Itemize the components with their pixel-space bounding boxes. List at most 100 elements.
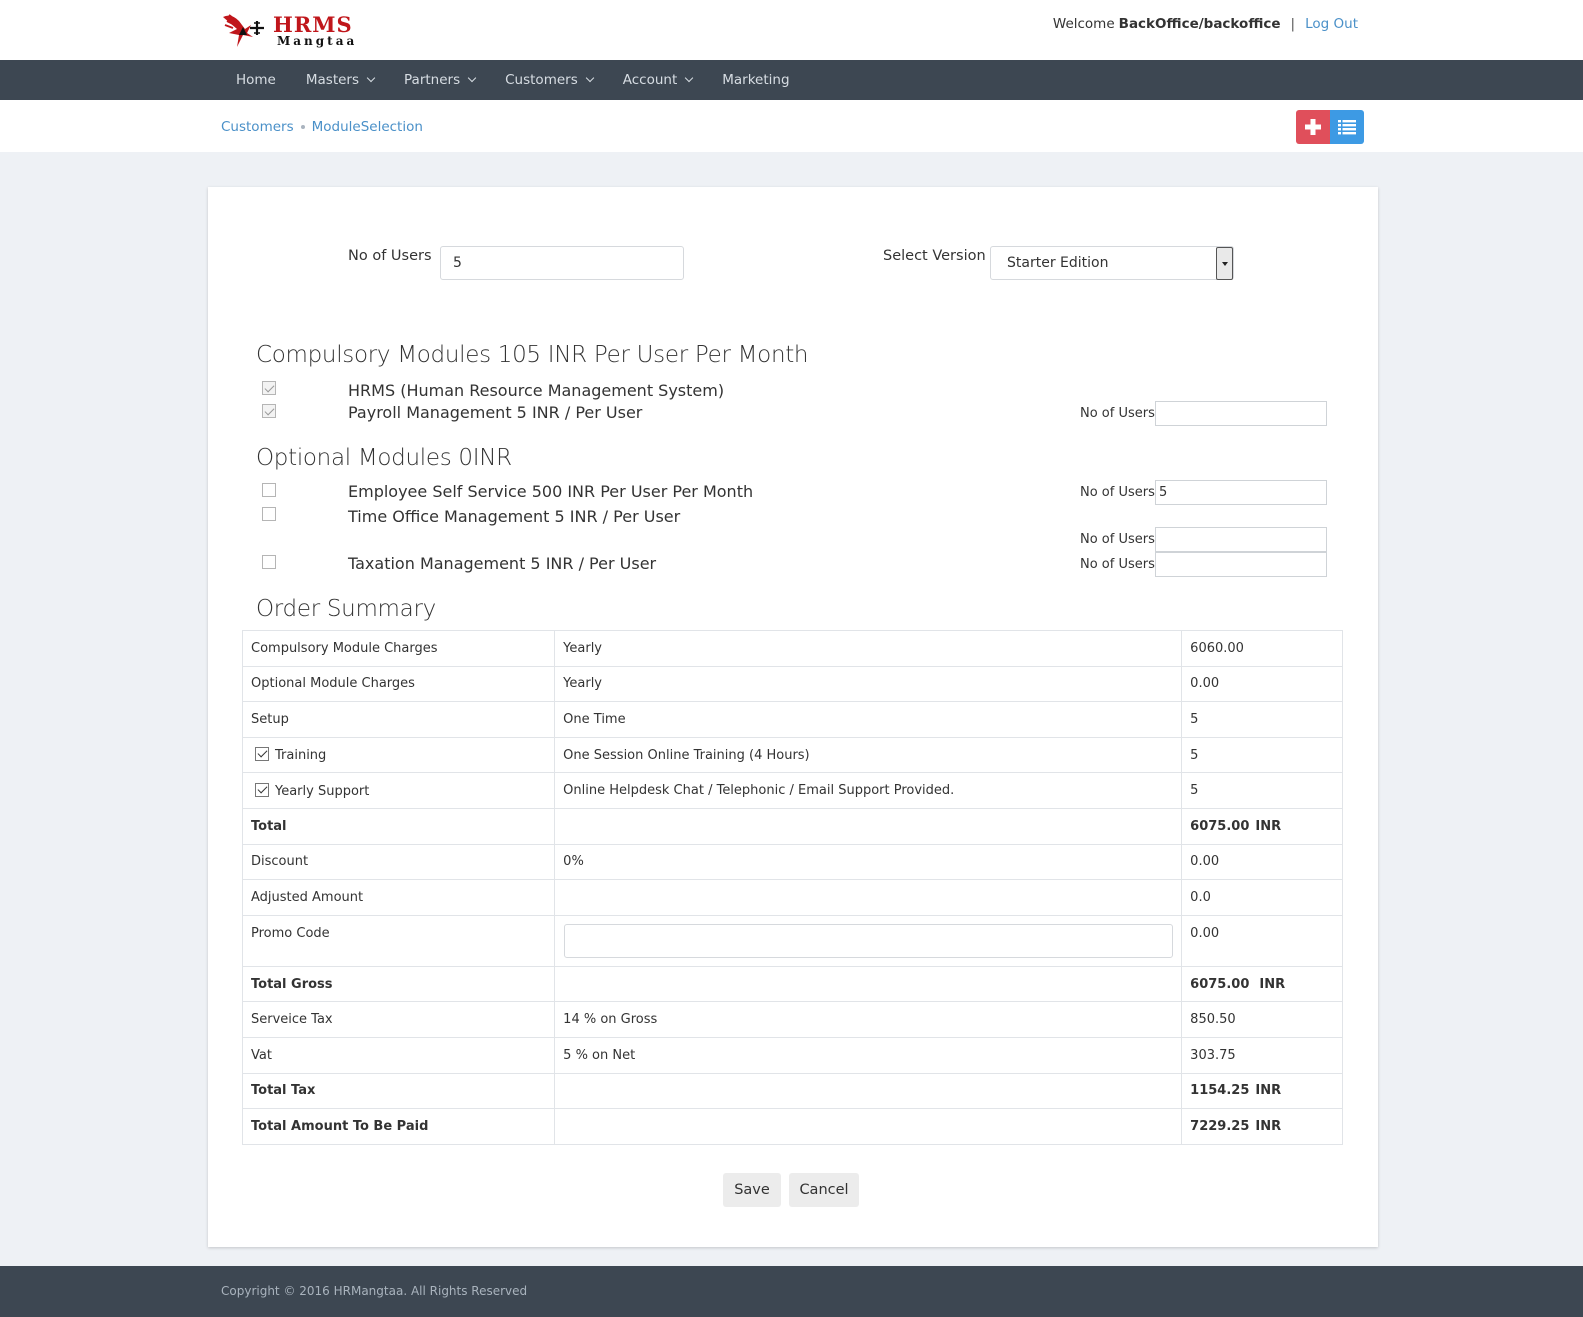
table-row: Vat 5 % on Net 303.75 [241, 1036, 1343, 1074]
nav-marketing[interactable]: Marketing [707, 60, 804, 100]
nav-customers[interactable]: Customers [490, 60, 608, 100]
taxation-users-input[interactable] [1155, 552, 1327, 577]
nav-label: Home [236, 72, 276, 88]
row-amount: 6060.00 [1181, 630, 1343, 667]
users-input[interactable]: 5 [440, 246, 684, 280]
row-unit: INR [1259, 976, 1286, 992]
header-separator: | [1290, 16, 1296, 32]
module-selection-card: No of Users 5 Select Version Starter Edi… [208, 187, 1378, 1247]
logo[interactable]: HRMS Mangtaa [221, 10, 357, 50]
row-label: Total [241, 807, 556, 845]
table-row: Adjusted Amount 0.0 [241, 879, 1343, 916]
support-cell: Yearly Support [241, 772, 556, 809]
row-label: Promo Code [241, 914, 556, 967]
welcome-label: Welcome [1052, 16, 1115, 32]
optional-heading: Optional Modules 0INR [256, 445, 512, 471]
table-row: Discount 0% 0.00 [241, 843, 1343, 881]
nav-account[interactable]: Account [608, 60, 708, 100]
row-amount: 303.75 [1181, 1036, 1343, 1074]
breadcrumb-customers[interactable]: Customers [221, 119, 294, 135]
promo-code-input[interactable] [564, 923, 1174, 958]
row-amount: 0.00 [1181, 665, 1343, 703]
table-row: Training One Session Online Training (4 … [241, 736, 1343, 774]
nav-label: Masters [305, 72, 360, 88]
training-checkbox[interactable] [255, 747, 269, 762]
copyright-text: Copyright © 2016 HRMangtaa. All Rights R… [221, 1284, 528, 1298]
nav-label: Account [622, 72, 678, 88]
nav-home[interactable]: Home [221, 60, 291, 100]
ess-users-input[interactable]: 5 [1155, 480, 1327, 505]
compulsory-heading: Compulsory Modules 105 INR Per User Per … [256, 342, 809, 368]
yearly-support-checkbox[interactable] [255, 782, 269, 797]
taxation-users-label: No of Users [1080, 557, 1155, 572]
breadcrumb-module-selection[interactable]: ModuleSelection [312, 119, 423, 135]
row-detail: 5 % on Net [554, 1036, 1183, 1074]
taxation-module-name: Taxation Management 5 INR / Per User [348, 554, 657, 573]
time-office-users-input[interactable] [1155, 527, 1327, 552]
welcome-area: Welcome BackOffice/backoffice | Log Out [1053, 16, 1358, 32]
chevron-down-icon [366, 73, 376, 83]
cancel-button[interactable]: Cancel [789, 1173, 859, 1207]
order-summary-heading: Order Summary [256, 596, 436, 622]
nav-masters[interactable]: Masters [291, 60, 389, 100]
row-label: Setup [241, 701, 556, 738]
users-input-value: 5 [453, 255, 462, 271]
payroll-users-label: No of Users [1080, 406, 1155, 421]
nav-partners[interactable]: Partners [389, 60, 490, 100]
ess-module-name: Employee Self Service 500 INR Per User P… [348, 482, 754, 501]
table-row: Total Amount To Be Paid 7229.25 INR [241, 1108, 1343, 1145]
row-label: Serveice Tax [241, 1001, 556, 1038]
row-detail: 14 % on Gross [554, 1001, 1183, 1038]
hrms-module-name: HRMS (Human Resource Management System) [348, 381, 725, 400]
row-label: Optional Module Charges [241, 665, 556, 703]
row-amount: 7229.25 [1190, 1118, 1250, 1134]
row-label: Total Gross [241, 965, 556, 1003]
breadcrumb: Customers ModuleSelection [221, 119, 423, 135]
save-button[interactable]: Save [723, 1173, 781, 1207]
time-office-users-label: No of Users [1080, 532, 1155, 547]
row-unit: INR [1255, 1118, 1282, 1134]
table-row: Promo Code 0.00 [241, 914, 1343, 967]
nav-label: Marketing [722, 72, 790, 88]
taxation-checkbox[interactable] [262, 555, 276, 569]
row-detail: Yearly [554, 630, 1183, 667]
row-amount: 1154.25 [1190, 1083, 1250, 1099]
chevron-down-icon [467, 73, 477, 83]
row-amount-cell: 6075.00 INR [1181, 807, 1343, 845]
table-row: Compulsory Module Charges Yearly 6060.00 [241, 630, 1343, 667]
row-amount: 0.00 [1181, 914, 1343, 967]
row-detail [554, 1108, 1183, 1145]
chevron-down-icon [585, 73, 594, 83]
row-amount: 850.50 [1181, 1001, 1343, 1038]
row-detail: One Session Online Training (4 Hours) [554, 736, 1183, 774]
payroll-users-input[interactable] [1155, 401, 1327, 426]
username: BackOffice/backoffice [1118, 16, 1281, 32]
row-detail [554, 807, 1183, 845]
time-office-module-name: Time Office Management 5 INR / Per User [348, 507, 681, 526]
dropdown-button[interactable] [1216, 247, 1233, 280]
version-label: Select Version [883, 248, 986, 264]
row-detail [554, 965, 1183, 1003]
row-amount: 5 [1181, 736, 1343, 774]
row-amount-cell: 1154.25 INR [1181, 1072, 1343, 1110]
table-row: Total 6075.00 INR [241, 807, 1343, 845]
hrms-checkbox [262, 381, 276, 395]
list-button[interactable] [1330, 110, 1364, 144]
order-summary-table: Compulsory Module Charges Yearly 6060.00… [241, 630, 1343, 1145]
ess-users-label: No of Users [1080, 485, 1155, 500]
add-button[interactable] [1296, 110, 1330, 144]
table-row: Total Gross 6075.00 INR [241, 965, 1343, 1003]
row-label: Total Tax [241, 1072, 556, 1110]
users-label: No of Users [348, 248, 432, 264]
version-select[interactable]: Starter Edition [990, 246, 1234, 280]
row-detail: One Time [554, 701, 1183, 738]
ess-checkbox[interactable] [262, 483, 276, 497]
table-row: Serveice Tax 14 % on Gross 850.50 [241, 1001, 1343, 1038]
logout-link[interactable]: Log Out [1305, 16, 1358, 32]
table-row: Yearly Support Online Helpdesk Chat / Te… [241, 772, 1343, 809]
brand-top: HRMS [273, 11, 353, 37]
plus-icon [1305, 119, 1321, 135]
row-amount: 0.00 [1181, 843, 1343, 881]
brand-bottom: Mangtaa [277, 33, 358, 48]
time-office-checkbox[interactable] [262, 507, 276, 521]
